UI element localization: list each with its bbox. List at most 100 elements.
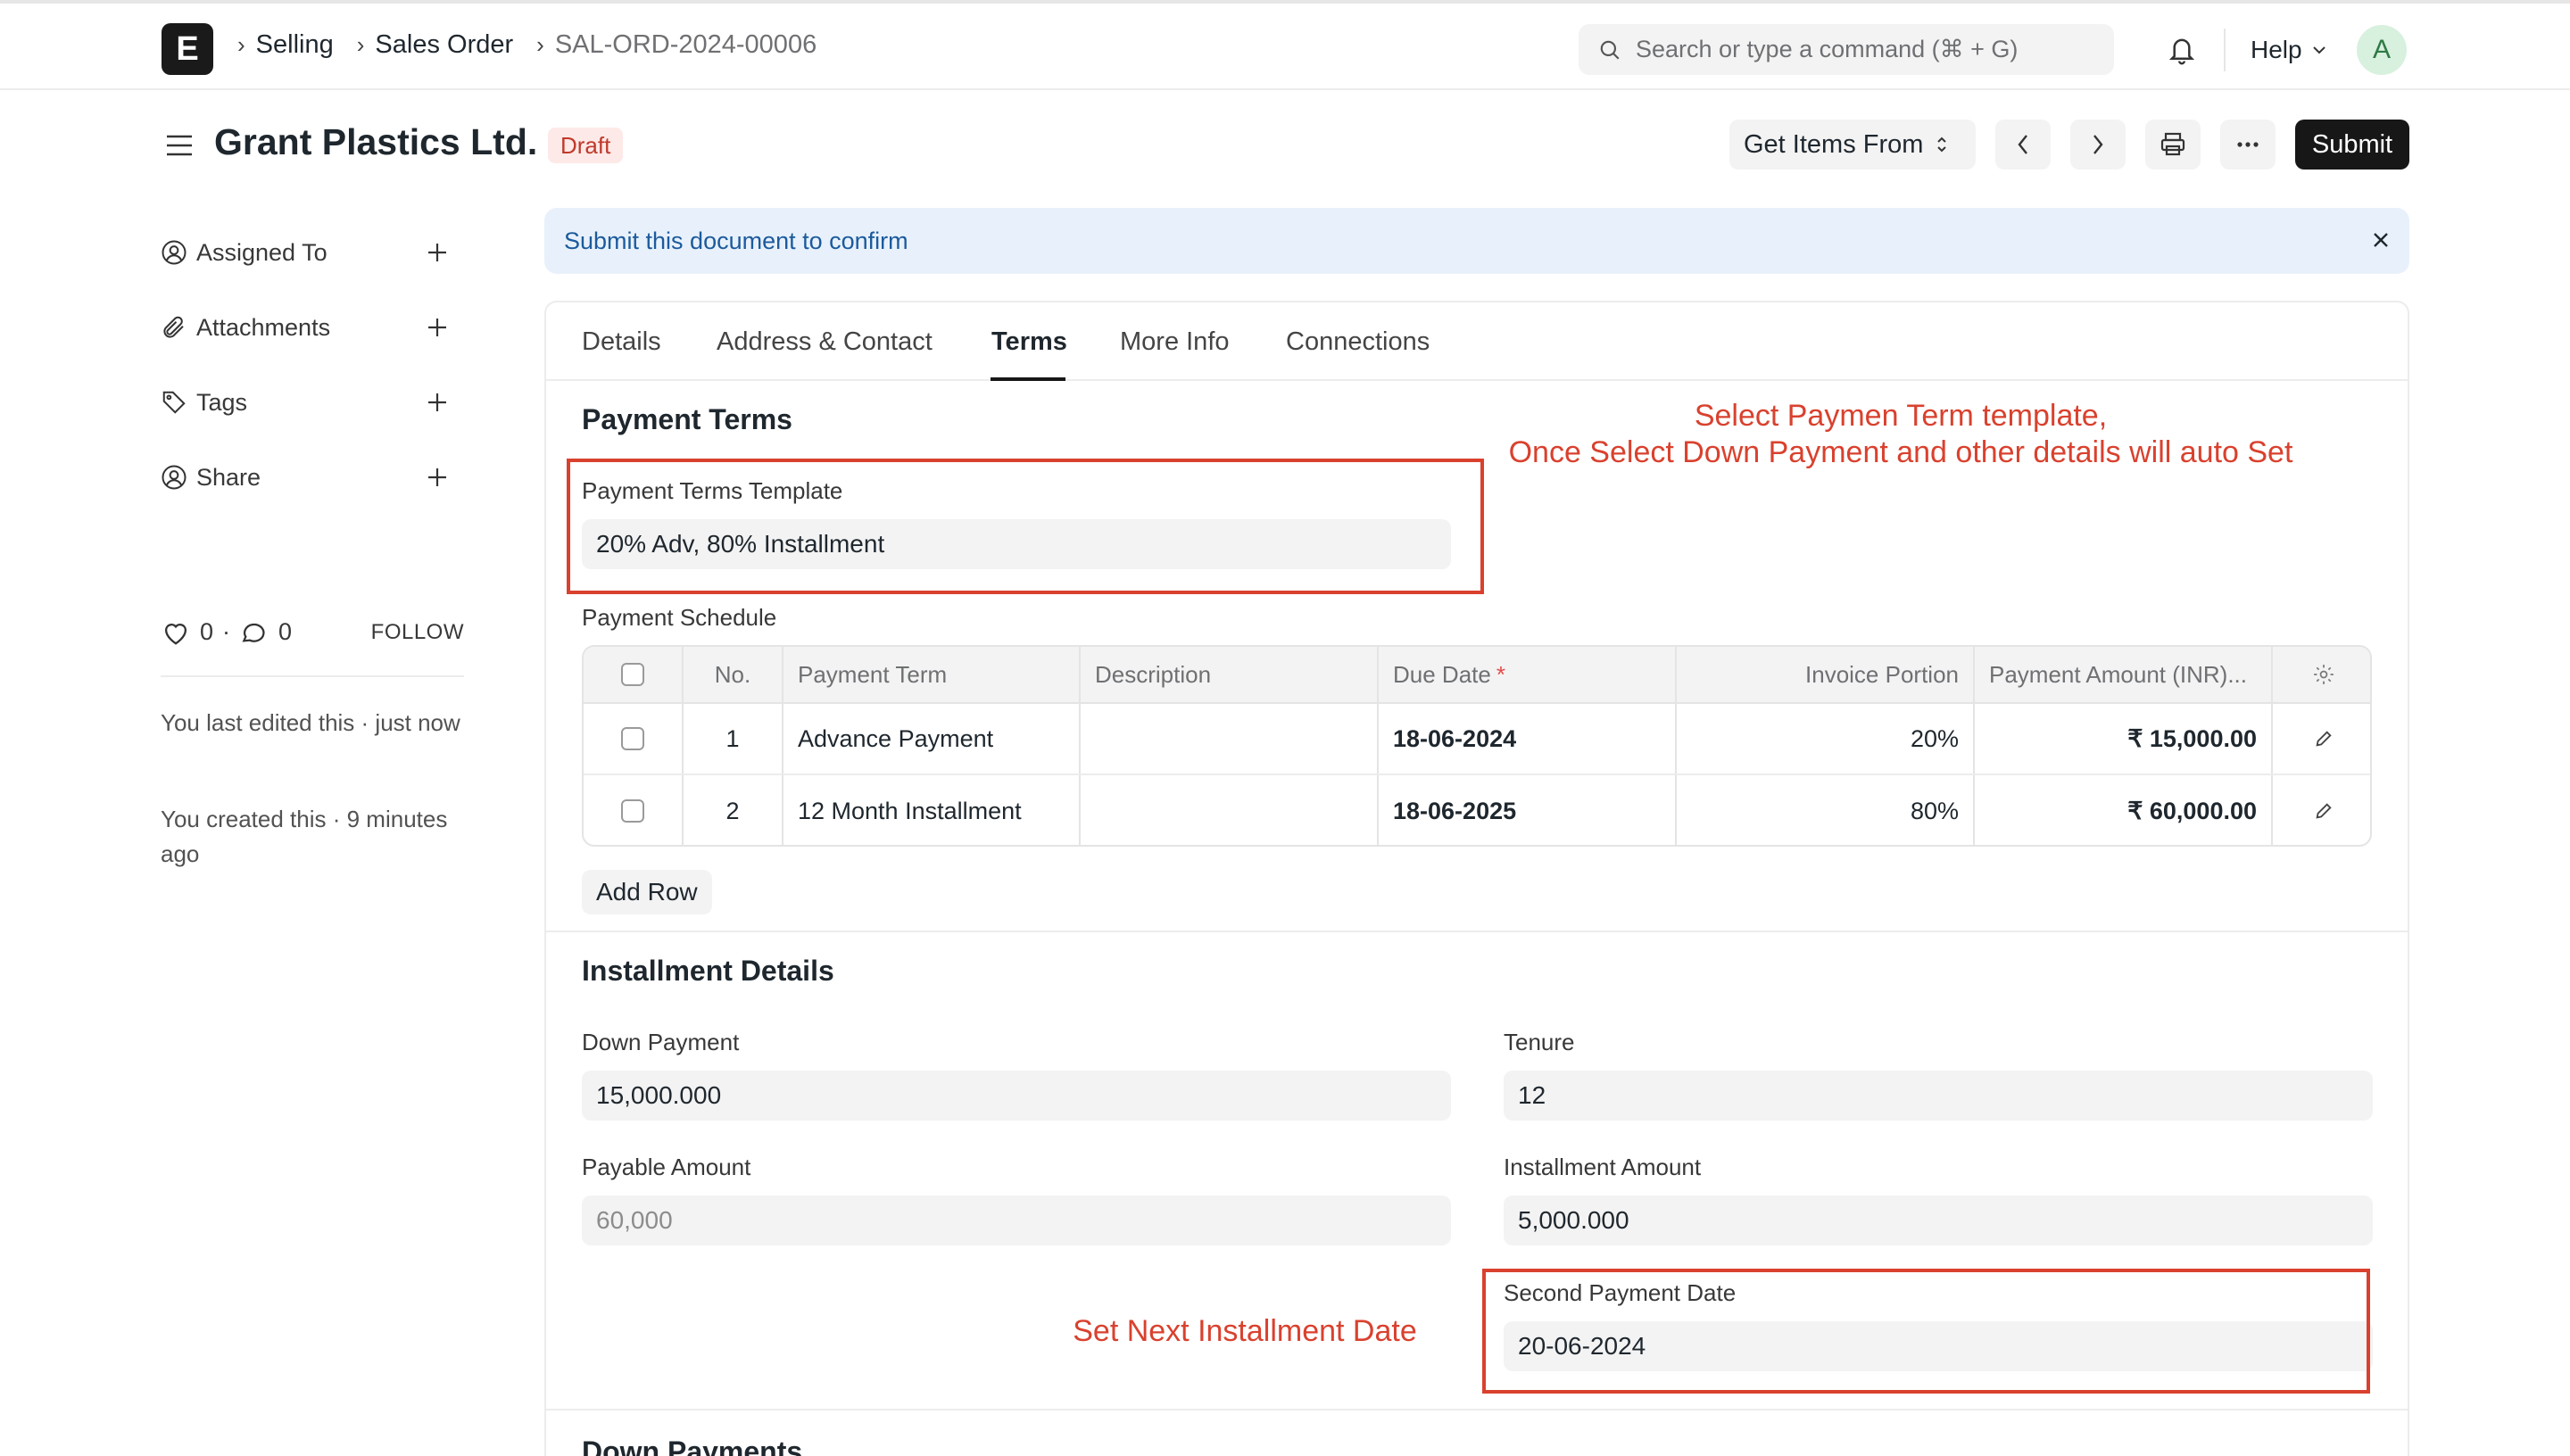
notification-bell-icon[interactable]: [2167, 34, 2197, 66]
close-icon[interactable]: [2370, 229, 2392, 251]
annotation-box-second-date: [1482, 1269, 2370, 1394]
chevron-right-icon: ›: [536, 31, 544, 58]
plus-icon[interactable]: [419, 385, 455, 420]
help-label: Help: [2251, 36, 2302, 63]
sidebar-item-share[interactable]: Share: [161, 459, 455, 495]
sidebar-item-tags[interactable]: Tags: [161, 385, 455, 420]
created-note: You created this · 9 minutes ago: [161, 806, 448, 867]
annotation-date-note: Set Next Installment Date: [1073, 1314, 1417, 1348]
column-settings-cell: [2273, 647, 2370, 702]
column-header-payment-amount: Payment Amount (INR)...: [1975, 647, 2273, 702]
gear-icon[interactable]: [2312, 663, 2335, 686]
row-description[interactable]: [1081, 704, 1379, 774]
likes-comments-bar: 0 · 0 FOLLOW: [161, 618, 464, 646]
due-date-header-label: Due Date: [1393, 660, 1491, 688]
row-edit-cell: [2273, 775, 2370, 845]
installment-details-title: Installment Details: [582, 955, 834, 987]
active-tab-indicator: [991, 377, 1065, 381]
row-no: 2: [684, 775, 783, 845]
row-payment-term[interactable]: Advance Payment: [783, 704, 1081, 774]
required-marker: *: [1496, 660, 1505, 688]
print-button[interactable]: [2145, 120, 2201, 170]
tab-more-info[interactable]: More Info: [1120, 327, 1230, 357]
sidebar-item-assigned-to[interactable]: Assigned To: [161, 235, 455, 270]
paperclip-icon: [163, 316, 184, 338]
row-edit-cell: [2273, 704, 2370, 774]
form-tabs: Details Address & Contact Terms More Inf…: [546, 302, 2408, 381]
previous-doc-button[interactable]: [1995, 120, 2051, 170]
installment-amount-field[interactable]: 5,000.000: [1504, 1195, 2373, 1245]
breadcrumb: › Selling › Sales Order › SAL-ORD-2024-0…: [234, 30, 836, 60]
plus-icon[interactable]: [419, 459, 455, 495]
row-description[interactable]: [1081, 775, 1379, 845]
comment-icon[interactable]: [239, 619, 268, 646]
tab-terms[interactable]: Terms: [991, 327, 1067, 357]
submit-alert: Submit this document to confirm: [544, 208, 2409, 274]
more-actions-button[interactable]: [2220, 120, 2276, 170]
tab-connections[interactable]: Connections: [1286, 327, 1430, 357]
select-arrows-icon: [1937, 136, 1947, 153]
down-payment-field[interactable]: 15,000.000: [582, 1071, 1451, 1121]
sidebar-item-label: Attachments: [196, 313, 331, 341]
table-row[interactable]: 2 12 Month Installment 18-06-2025 80% ₹ …: [584, 775, 2370, 845]
plus-icon[interactable]: [419, 310, 455, 345]
annotation-template-note-line1: Select Paymen Term template,: [1694, 399, 2108, 433]
table-header: No. Payment Term Description Due Date * I…: [584, 647, 2370, 704]
row-invoice-portion[interactable]: 80%: [1677, 775, 1975, 845]
annotation-box-template: [567, 459, 1484, 594]
heart-icon[interactable]: [161, 619, 191, 646]
plus-icon[interactable]: [419, 235, 455, 270]
tab-details[interactable]: Details: [582, 327, 661, 357]
breadcrumb-selling[interactable]: Selling: [256, 30, 334, 60]
help-menu[interactable]: Help: [2251, 36, 2327, 64]
column-header-invoice-portion: Invoice Portion: [1677, 647, 1975, 702]
get-items-from-button[interactable]: Get Items From: [1729, 120, 1976, 170]
app-logo[interactable]: E: [162, 23, 213, 75]
row-due-date[interactable]: 18-06-2025: [1379, 775, 1677, 845]
sidebar-divider: [161, 675, 464, 677]
table-row[interactable]: 1 Advance Payment 18-06-2024 20% ₹ 15,00…: [584, 704, 2370, 775]
row-due-date[interactable]: 18-06-2024: [1379, 704, 1677, 774]
down-payments-title: Down Payments: [582, 1435, 803, 1456]
last-edited-note: You last edited this · just now: [161, 709, 460, 736]
row-payment-amount[interactable]: ₹ 15,000.00: [1975, 704, 2273, 774]
alert-text: Submit this document to confirm: [564, 228, 908, 254]
sidebar-item-attachments[interactable]: Attachments: [161, 310, 455, 345]
row-invoice-portion[interactable]: 20%: [1677, 704, 1975, 774]
tenure-field[interactable]: 12: [1504, 1071, 2373, 1121]
column-header-payment-term: Payment Term: [783, 647, 1081, 702]
chevron-right-icon: [2093, 135, 2103, 154]
sidebar-item-label: Share: [196, 463, 261, 491]
add-row-button[interactable]: Add Row: [582, 870, 712, 914]
row-payment-amount[interactable]: ₹ 60,000.00: [1975, 775, 2273, 845]
chevron-left-icon: [2018, 135, 2027, 154]
navbar-divider: [2224, 29, 2226, 71]
payment-schedule-table: No. Payment Term Description Due Date * I…: [582, 645, 2372, 847]
edit-pencil-icon[interactable]: [2314, 729, 2334, 749]
next-doc-button[interactable]: [2070, 120, 2126, 170]
search-bar[interactable]: [1579, 24, 2114, 75]
row-checkbox[interactable]: [621, 727, 644, 750]
follow-button[interactable]: FOLLOW: [371, 620, 464, 645]
likes-count: 0: [200, 618, 214, 645]
row-checkbox[interactable]: [621, 799, 644, 823]
edit-pencil-icon[interactable]: [2314, 801, 2334, 821]
breadcrumb-current-doc[interactable]: SAL-ORD-2024-00006: [555, 30, 817, 60]
chevron-right-icon: ›: [356, 31, 365, 58]
search-input[interactable]: [1636, 36, 2100, 63]
row-payment-term[interactable]: 12 Month Installment: [783, 775, 1081, 845]
section-divider: [546, 1409, 2408, 1410]
share-user-icon: [162, 465, 187, 490]
avatar[interactable]: A: [2357, 25, 2407, 75]
ellipsis-icon: [2237, 142, 2259, 147]
sidebar-toggle-icon[interactable]: [165, 132, 194, 159]
tab-address-contact[interactable]: Address & Contact: [717, 327, 933, 357]
select-all-checkbox[interactable]: [621, 663, 644, 686]
column-header-no: No.: [684, 647, 783, 702]
breadcrumb-sales-order[interactable]: Sales Order: [375, 30, 513, 60]
submit-button[interactable]: Submit: [2295, 120, 2409, 170]
top-navbar: E › Selling › Sales Order › SAL-ORD-2024…: [0, 0, 2570, 90]
payable-amount-field: 60,000: [582, 1195, 1451, 1245]
tenure-label: Tenure: [1504, 1029, 1575, 1055]
row-select-cell: [584, 775, 684, 845]
